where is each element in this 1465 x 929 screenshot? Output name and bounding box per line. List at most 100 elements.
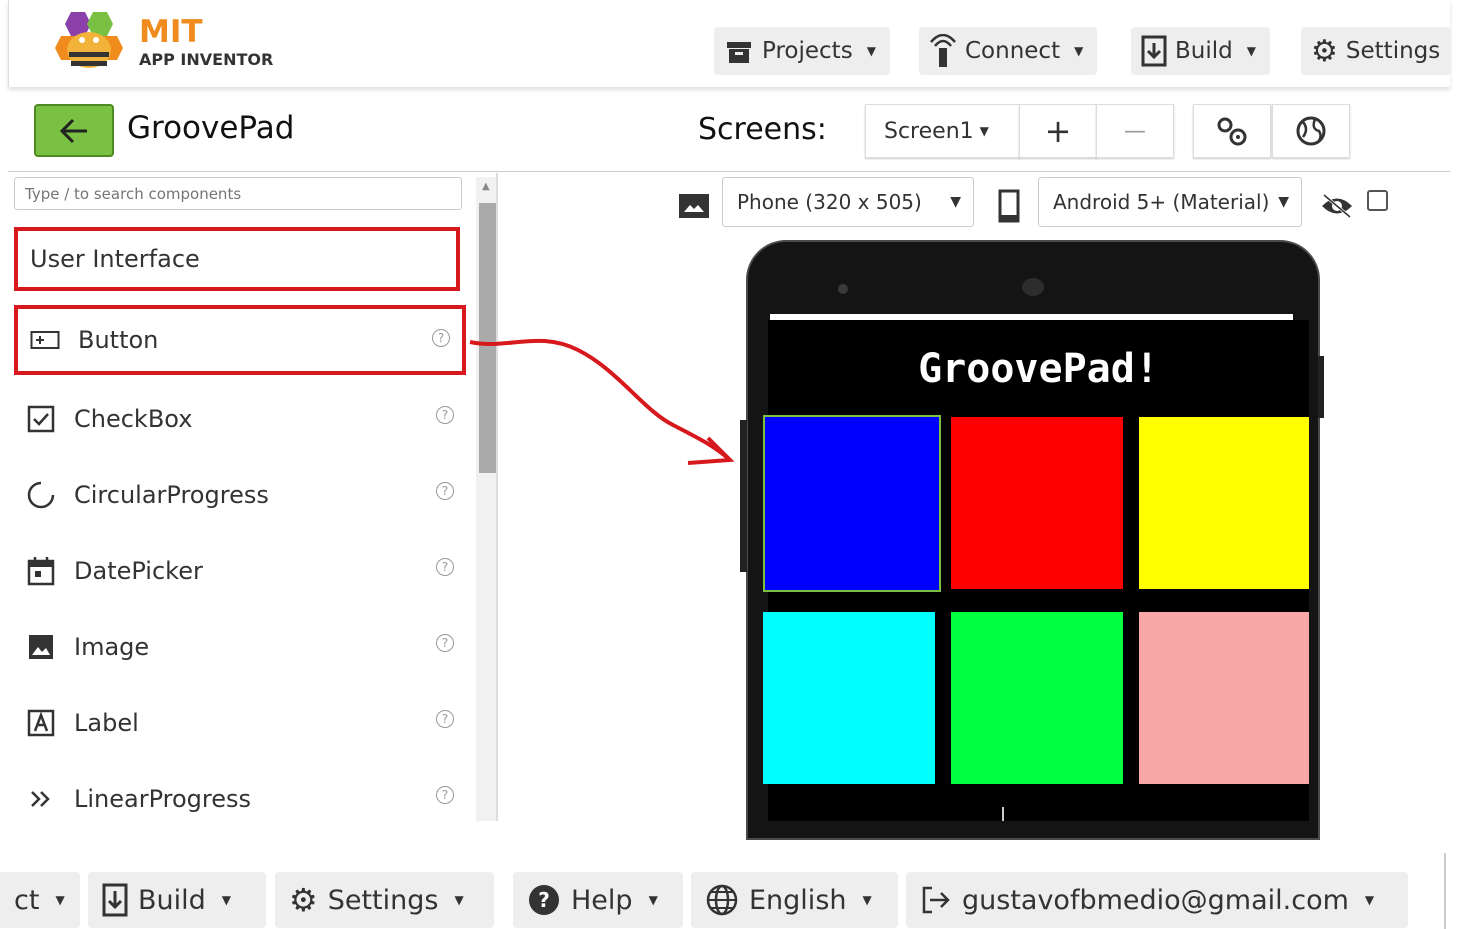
palette-item-circularprogress[interactable]: CircularProgress ? — [14, 462, 466, 528]
gears-icon — [1217, 117, 1247, 146]
pad-button-yellow[interactable] — [1139, 417, 1309, 589]
download-package-icon — [1141, 35, 1167, 67]
help-icon[interactable]: ? — [436, 482, 454, 500]
language-menu-label: English — [749, 884, 847, 916]
app-inventor-logo[interactable]: MIT APP INVENTOR — [49, 8, 279, 78]
caret-down-icon: ▼ — [1364, 893, 1375, 907]
connect-menu-button[interactable]: Connect ▼ — [919, 27, 1098, 75]
add-screen-button[interactable]: + — [1019, 104, 1097, 158]
current-screen-label: Screen1 — [884, 118, 974, 144]
settings-menu-label: Settings — [1345, 38, 1441, 64]
caret-down-icon: ▼ — [648, 893, 658, 907]
logo-subtitle: APP INVENTOR — [139, 50, 274, 69]
remove-screen-button[interactable]: — — [1096, 104, 1174, 158]
palette-item-button[interactable]: Button ? — [14, 305, 466, 375]
screen-divider-tick — [1002, 807, 1004, 821]
theme-value: Android 5+ (Material) — [1053, 190, 1270, 214]
phone-orientation-icon[interactable] — [998, 189, 1020, 223]
component-search-input[interactable] — [14, 177, 462, 210]
build-menu-label: Build — [1175, 38, 1233, 64]
phone-speaker — [1022, 278, 1044, 296]
gear-icon: ⚙ — [289, 881, 318, 919]
help-icon[interactable]: ? — [436, 558, 454, 576]
build-menu-label: Build — [138, 884, 206, 916]
screen-selector[interactable]: Screen1 ▼ — [865, 104, 1020, 158]
theme-select[interactable]: Android 5+ (Material) ▼ — [1038, 177, 1302, 227]
chevron-down-icon: ▼ — [1278, 194, 1289, 210]
projects-menu-label: Projects — [762, 38, 853, 64]
connect-menu-label: Connect — [965, 38, 1061, 64]
account-menu-button[interactable]: gustavofbmedio@gmail.com ▼ — [906, 872, 1408, 928]
caret-down-icon: ▼ — [55, 893, 65, 907]
project-properties-button[interactable] — [1193, 104, 1271, 158]
globe-icon — [706, 884, 738, 916]
plus-icon: + — [1044, 112, 1072, 150]
download-package-icon — [102, 883, 128, 917]
help-icon[interactable]: ? — [436, 710, 454, 728]
build-menu-button-bottom[interactable]: Build ▼ — [88, 872, 266, 928]
caret-down-icon: ▼ — [1246, 44, 1256, 58]
device-size-value: Phone (320 x 505) — [737, 190, 922, 214]
globe-button[interactable] — [1272, 104, 1350, 158]
settings-menu-button[interactable]: ⚙ Settings — [1301, 27, 1451, 75]
gear-icon: ⚙ — [1311, 33, 1338, 69]
app-title-label[interactable]: GroovePad! — [768, 346, 1309, 392]
palette-item-linearprogress[interactable]: LinearProgress ? — [14, 766, 466, 821]
pad-button-cyan[interactable] — [763, 612, 935, 784]
caret-down-icon: ▼ — [454, 893, 464, 907]
project-toolbar: GroovePad Screens: Screen1 ▼ + — — [8, 88, 1450, 172]
caret-down-icon: ▼ — [866, 44, 876, 58]
top-navigation-bar: MIT APP INVENTOR Projects ▼ Connect ▼ Buil… — [8, 0, 1451, 87]
device-size-select[interactable]: Phone (320 x 505) ▼ — [722, 177, 974, 227]
caret-down-icon: ▼ — [1074, 44, 1084, 58]
svg-text:?: ? — [538, 888, 550, 912]
tablet-preview-icon[interactable] — [678, 193, 710, 219]
palette-item-checkbox[interactable]: CheckBox ? — [14, 386, 466, 452]
project-name: GroovePad — [127, 110, 295, 146]
palette-item-label: Button — [78, 326, 159, 354]
account-email-label: gustavofbmedio@gmail.com — [962, 884, 1349, 916]
help-icon[interactable]: ? — [436, 406, 454, 424]
language-menu-button[interactable]: English ▼ — [691, 872, 898, 928]
help-icon[interactable]: ? — [436, 786, 454, 804]
scroll-up-icon[interactable]: ▲ — [482, 181, 490, 192]
build-menu-button[interactable]: Build ▼ — [1131, 27, 1270, 75]
scroll-thumb[interactable] — [479, 203, 496, 473]
back-button[interactable] — [34, 104, 114, 157]
help-circle-icon: ? — [529, 885, 559, 915]
palette-item-label[interactable]: Label ? — [14, 690, 466, 756]
palette-item-label: CircularProgress — [74, 481, 269, 509]
palette-item-image[interactable]: Image ? — [14, 614, 466, 680]
pad-button-blue[interactable] — [763, 415, 941, 592]
bottom-divider — [1444, 853, 1446, 929]
palette-item-label: Label — [74, 709, 139, 737]
category-user-interface[interactable]: User Interface — [14, 227, 460, 291]
folder-icon — [727, 42, 751, 63]
pad-button-green[interactable] — [951, 612, 1123, 784]
checkbox-icon — [24, 402, 58, 436]
logo-title: MIT — [139, 14, 203, 50]
component-palette: User Interface Button ? CheckBox ? Circu… — [8, 173, 498, 821]
help-menu-button[interactable]: ? Help ▼ — [513, 872, 683, 928]
projects-menu-button-truncated[interactable]: ct ▼ — [0, 872, 80, 928]
image-icon — [24, 630, 58, 664]
palette-item-datepicker[interactable]: DatePicker ? — [14, 538, 466, 604]
chevron-down-icon: ▼ — [950, 194, 961, 210]
projects-menu-button[interactable]: Projects ▼ — [714, 27, 890, 75]
label-icon — [24, 706, 58, 740]
help-icon[interactable]: ? — [432, 329, 450, 347]
show-hidden-checkbox[interactable] — [1367, 190, 1388, 211]
caret-down-icon: ▼ — [221, 893, 232, 907]
pad-button-pink[interactable] — [1139, 612, 1309, 784]
button-icon — [28, 323, 62, 357]
bottom-toolbar: ct ▼ Build ▼ ⚙ Settings ▼ ? Help ▼ English ▼ … — [0, 848, 1465, 929]
settings-menu-button-bottom[interactable]: ⚙ Settings ▼ — [275, 872, 494, 928]
palette-item-label: DatePicker — [74, 557, 203, 585]
red-arrow-annotation — [469, 338, 735, 465]
palette-scrollbar[interactable]: ▲ — [476, 177, 496, 821]
globe-icon — [1296, 116, 1326, 146]
palette-item-label: Image — [74, 633, 150, 661]
pad-button-red[interactable] — [951, 417, 1123, 589]
app-screen: GroovePad! — [763, 320, 1309, 821]
help-icon[interactable]: ? — [436, 634, 454, 652]
